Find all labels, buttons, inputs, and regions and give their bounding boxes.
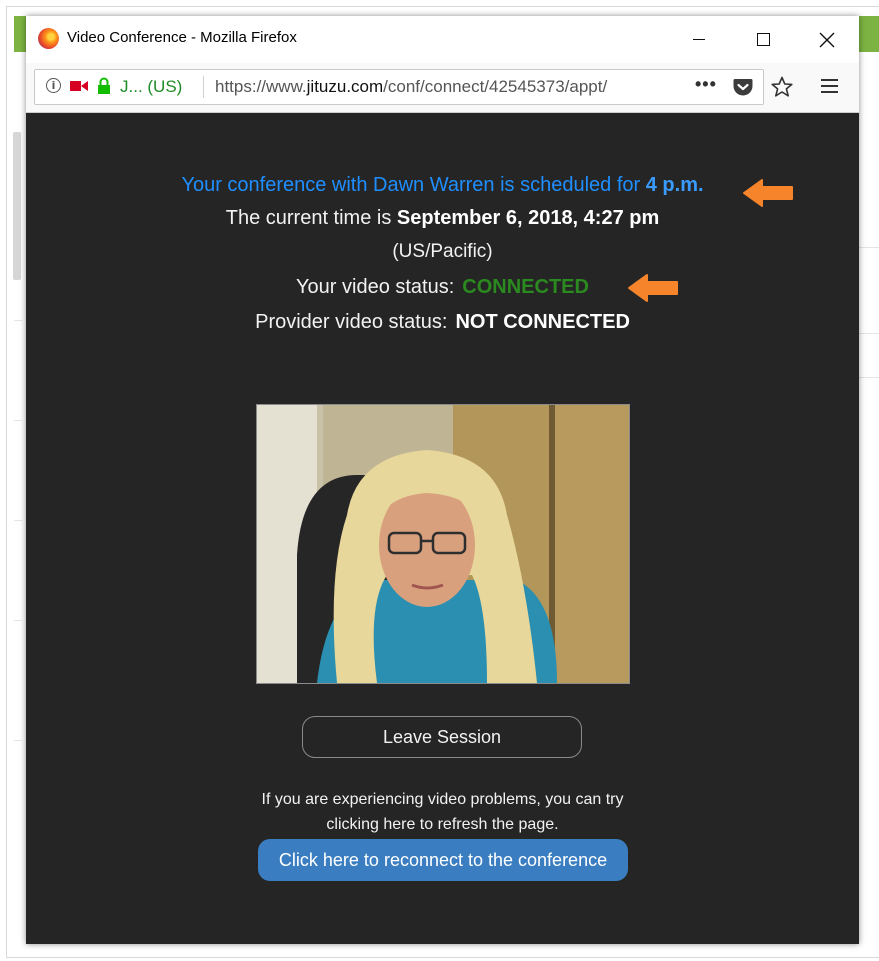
- schedule-text: Your conference with Dawn Warren is sche…: [181, 174, 641, 196]
- arrow-icon: [743, 179, 793, 207]
- timezone: (US/Pacific): [392, 241, 493, 262]
- pocket-icon[interactable]: [733, 78, 753, 96]
- maximize-icon: [756, 33, 770, 46]
- background-divider: [859, 247, 879, 248]
- url-domain: jituzu.com: [306, 77, 384, 96]
- arrow-icon: [628, 274, 678, 302]
- help-text-line1: If you are experiencing video problems, …: [261, 791, 624, 808]
- background-divider: [14, 620, 22, 621]
- maximize-button[interactable]: [740, 16, 786, 63]
- firefox-logo-icon: [38, 28, 59, 49]
- url-separator: [203, 76, 204, 98]
- title-bar: Video Conference - Mozilla Firefox: [26, 16, 859, 63]
- background-divider: [14, 320, 22, 321]
- address-bar[interactable]: i J... (US) https://www.jituzu.com/conf/…: [34, 69, 793, 105]
- site-identity[interactable]: J... (US): [120, 77, 182, 97]
- conference-page: Your conference with Dawn Warren is sche…: [26, 112, 859, 944]
- menu-icon[interactable]: [821, 79, 838, 93]
- background-divider: [859, 333, 879, 334]
- close-icon: [819, 32, 835, 47]
- background-divider: [14, 740, 22, 741]
- provider-status-label: Provider video status:: [255, 311, 448, 333]
- firefox-window: Video Conference - Mozilla Firefox i J..…: [26, 16, 859, 944]
- background-divider: [859, 377, 879, 378]
- schedule-time: 4 p.m.: [645, 174, 704, 196]
- star-icon[interactable]: [771, 76, 793, 98]
- leave-session-button[interactable]: Leave Session: [302, 716, 582, 758]
- help-text-line2[interactable]: clicking here to refresh the page.: [26, 816, 859, 834]
- current-time: The current time is September 6, 2018, 4…: [26, 207, 859, 230]
- url-prefix: https://www.: [215, 77, 307, 96]
- reconnect-button[interactable]: Click here to reconnect to the conferenc…: [258, 839, 628, 881]
- current-time-value: September 6, 2018, 4:27 pm: [396, 207, 660, 229]
- close-button[interactable]: [804, 16, 850, 63]
- navigation-bar: i J... (US) https://www.jituzu.com/conf/…: [26, 63, 859, 113]
- more-icon[interactable]: •••: [695, 74, 717, 95]
- url-path: /conf/connect/42545373/appt/: [383, 77, 608, 96]
- schedule-message: Your conference with Dawn Warren is sche…: [26, 174, 859, 197]
- webcam-image: [257, 405, 629, 683]
- window-title: Video Conference - Mozilla Firefox: [67, 29, 297, 46]
- video-status: Your video status: CONNECTED: [26, 276, 859, 299]
- video-preview: [256, 404, 630, 684]
- url-text[interactable]: https://www.jituzu.com/conf/connect/4254…: [215, 77, 607, 97]
- minimize-button[interactable]: [676, 16, 722, 63]
- background-divider: [14, 520, 22, 521]
- background-divider: [14, 420, 22, 421]
- camera-icon[interactable]: [70, 80, 88, 92]
- provider-status-value: NOT CONNECTED: [455, 311, 630, 333]
- minimize-icon: [693, 39, 705, 40]
- background-scrollbar: [13, 132, 21, 280]
- video-status-label: Your video status:: [296, 276, 455, 298]
- lock-icon[interactable]: [97, 77, 111, 95]
- provider-status: Provider video status: NOT CONNECTED: [26, 311, 859, 334]
- info-icon[interactable]: i: [46, 78, 61, 93]
- video-status-value: CONNECTED: [462, 276, 589, 298]
- current-time-label: The current time is: [225, 207, 392, 229]
